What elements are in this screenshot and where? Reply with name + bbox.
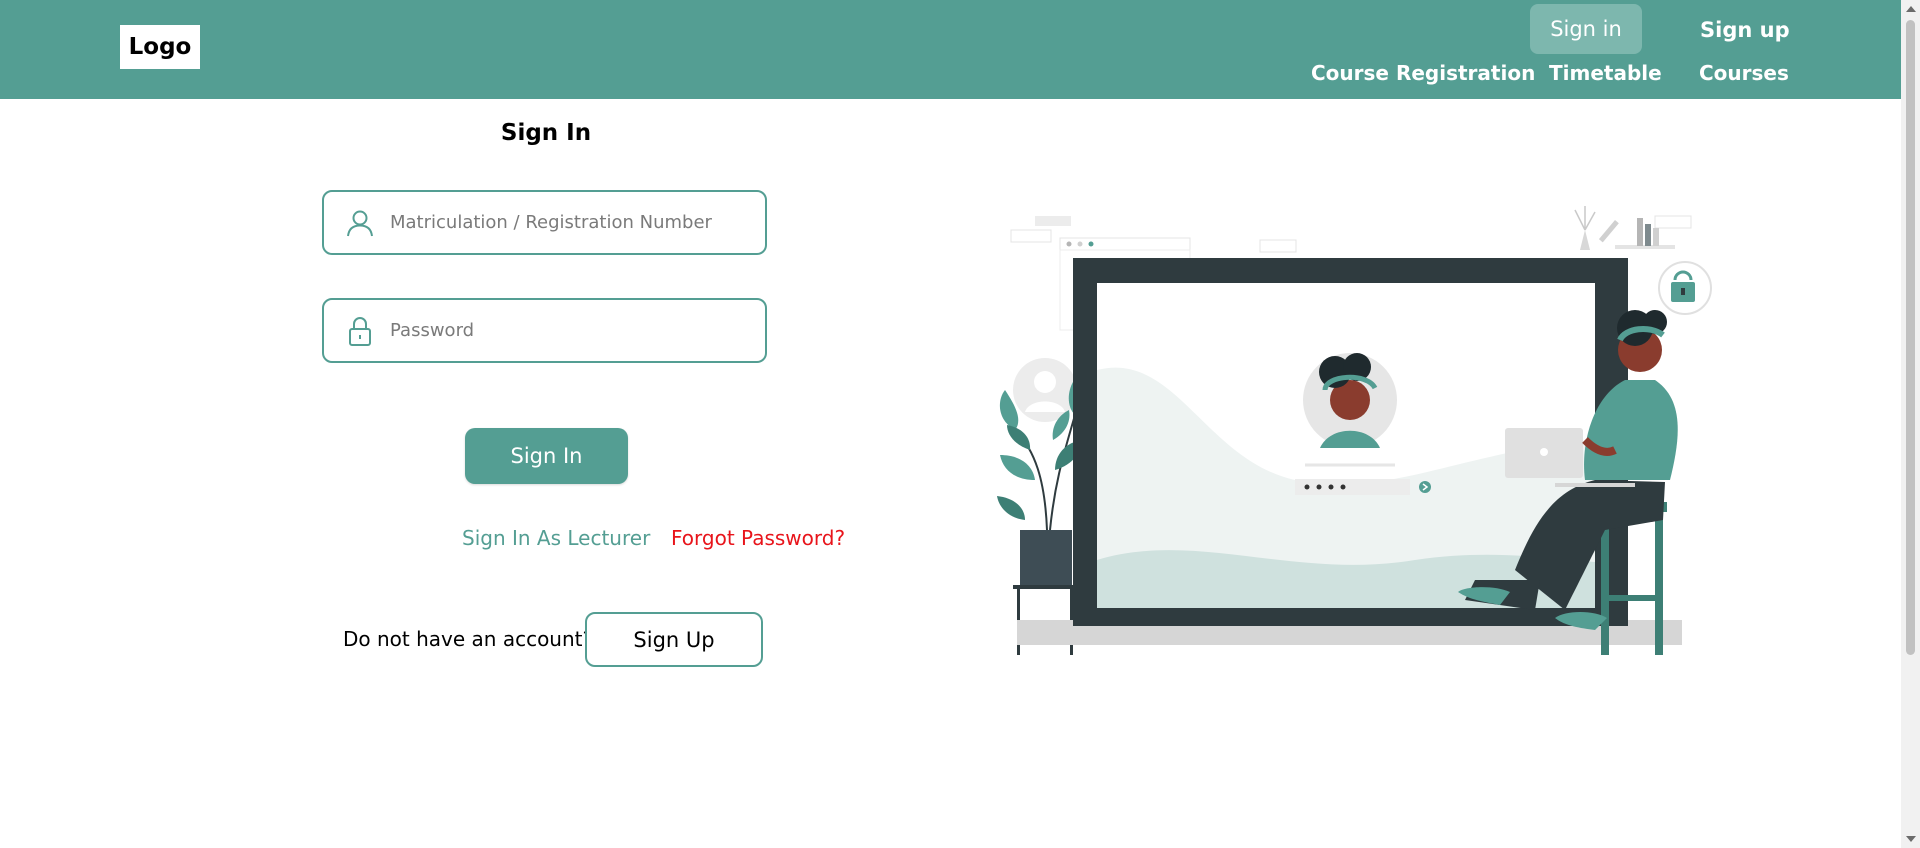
- matric-number-input[interactable]: [388, 211, 752, 234]
- vertical-scrollbar[interactable]: [1901, 0, 1920, 848]
- nav-courses-link[interactable]: Courses: [1699, 61, 1789, 85]
- bg-decor: [1010, 229, 1052, 243]
- user-icon: [347, 210, 373, 236]
- scroll-down-arrow-icon[interactable]: [1906, 836, 1916, 842]
- login-illustration: [997, 206, 1712, 655]
- lock-icon: [349, 316, 371, 346]
- sign-in-button[interactable]: Sign In: [465, 428, 628, 484]
- nav-sign-in-button[interactable]: Sign in: [1530, 4, 1642, 54]
- sign-up-button[interactable]: Sign Up: [585, 612, 763, 667]
- password-field[interactable]: [322, 298, 767, 363]
- bg-decor: [1259, 239, 1297, 253]
- matric-number-field[interactable]: [322, 190, 767, 255]
- forgot-password-link[interactable]: Forgot Password?: [671, 526, 845, 550]
- bg-decor: [1654, 215, 1692, 229]
- avatar-placeholder: [1034, 371, 1056, 393]
- nav-course-registration-link[interactable]: Course Registration: [1311, 61, 1535, 85]
- bg-decor: [1066, 241, 1072, 247]
- nav-sign-up-link[interactable]: Sign up: [1700, 18, 1790, 42]
- page-title: Sign In: [500, 120, 592, 146]
- password-input[interactable]: [388, 319, 752, 342]
- bg-decor: [1035, 216, 1071, 226]
- scrollbar-thumb[interactable]: [1906, 20, 1915, 655]
- no-account-text: Do not have an account?: [343, 627, 594, 651]
- logo[interactable]: Logo: [120, 25, 200, 69]
- bg-decor: [1077, 241, 1083, 247]
- bg-decor: [1088, 241, 1094, 247]
- scroll-up-arrow-icon[interactable]: [1906, 6, 1916, 12]
- top-navbar: Logo Sign in Sign up Course Registration…: [0, 0, 1901, 99]
- lock-bubble: [1658, 261, 1712, 315]
- sign-in-as-lecturer-link[interactable]: Sign In As Lecturer: [462, 526, 650, 550]
- nav-timetable-link[interactable]: Timetable: [1549, 61, 1662, 85]
